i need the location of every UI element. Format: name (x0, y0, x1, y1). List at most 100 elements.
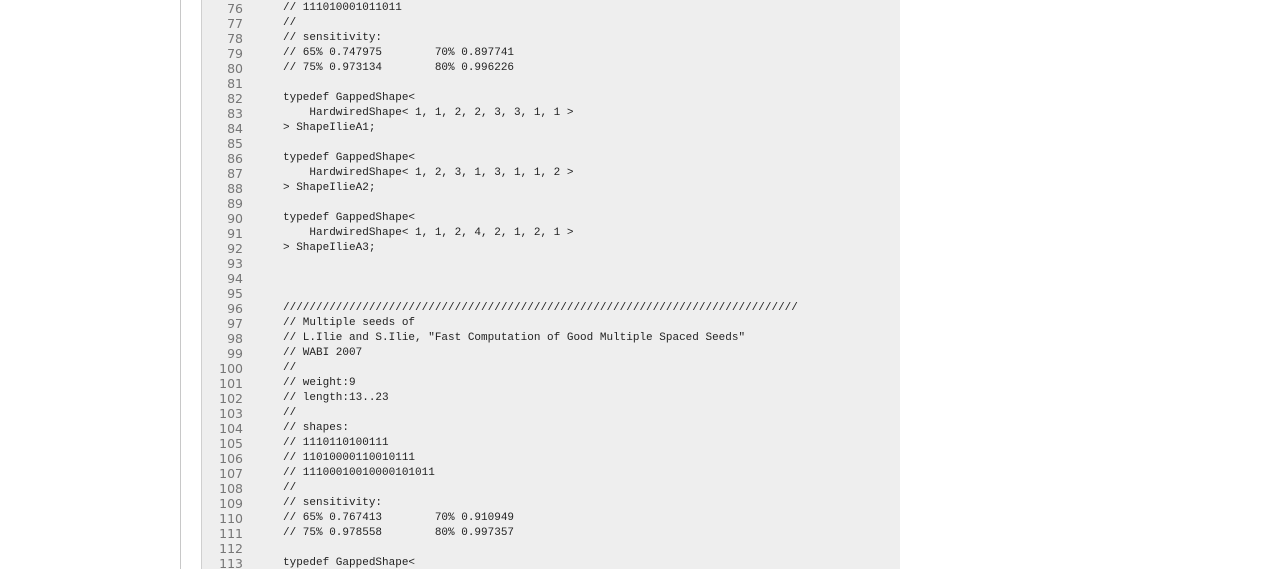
line-number: 87 (227, 166, 243, 181)
line-number: 82 (227, 91, 243, 106)
line-number: 102 (219, 391, 243, 406)
line-code: // 65% 0.747975 70% 0.897741 (283, 47, 515, 59)
code-line: 83 HardwiredShape< 1, 1, 2, 2, 3, 3, 1, … (202, 106, 900, 121)
line-code: HardwiredShape< 1, 2, 3, 1, 3, 1, 1, 2 > (283, 167, 574, 179)
line-code: // (283, 362, 297, 374)
code-line: 78 // sensitivity: (202, 31, 900, 46)
code-line: 91 HardwiredShape< 1, 1, 2, 4, 2, 1, 2, … (202, 226, 900, 241)
code-line: 98 // L.Ilie and S.Ilie, "Fast Computatio… (202, 331, 900, 346)
line-number: 113 (219, 556, 243, 569)
code-line: 102 // length:13..23 (202, 391, 900, 406)
line-code: // weight:9 (283, 377, 356, 389)
code-line: 104 // shapes: (202, 421, 900, 436)
code-line: 94 (202, 271, 900, 286)
code-line: 106 // 11010000110010111 (202, 451, 900, 466)
line-code: // (283, 17, 297, 29)
code-line: 113 typedef GappedShape< (202, 556, 900, 569)
line-number: 111 (219, 526, 243, 541)
code-line: 111 // 75% 0.978558 80% 0.997357 (202, 526, 900, 541)
code-line: 96 //////////////////////////////////////… (202, 301, 900, 316)
code-line: 87 HardwiredShape< 1, 2, 3, 1, 3, 1, 1, … (202, 166, 900, 181)
line-number: 98 (227, 331, 243, 346)
line-code: HardwiredShape< 1, 1, 2, 4, 2, 1, 2, 1 > (283, 227, 574, 239)
code-line: 105 // 1110110100111 (202, 436, 900, 451)
line-code: // 11010000110010111 (283, 452, 416, 464)
line-number: 104 (219, 421, 243, 436)
line-number: 109 (219, 496, 243, 511)
code-line: 95 (202, 286, 900, 301)
line-code: > ShapeIlieA3; (283, 242, 376, 254)
line-number: 101 (219, 376, 243, 391)
code-line: 76 // 111010001011011 (202, 1, 900, 16)
line-number: 99 (227, 346, 243, 361)
line-number: 103 (219, 406, 243, 421)
line-code: typedef GappedShape< (283, 152, 416, 164)
line-code: > ShapeIlieA1; (283, 122, 376, 134)
line-number: 110 (219, 511, 243, 526)
line-code: // L.Ilie and S.Ilie, "Fast Computation … (283, 332, 746, 344)
line-code: // 75% 0.973134 80% 0.996226 (283, 62, 515, 74)
line-number: 83 (227, 106, 243, 121)
code-line: 109 // sensitivity: (202, 496, 900, 511)
line-code: // sensitivity: (283, 497, 383, 509)
line-number: 100 (219, 361, 243, 376)
code-line: 89 (202, 196, 900, 211)
line-number: 86 (227, 151, 243, 166)
code-line: 103 // (202, 406, 900, 421)
line-number: 96 (227, 301, 243, 316)
line-code: // (283, 482, 297, 494)
line-code: typedef GappedShape< (283, 557, 416, 569)
code-line: 80 // 75% 0.973134 80% 0.996226 (202, 61, 900, 76)
line-code: typedef GappedShape< (283, 92, 416, 104)
line-number: 105 (219, 436, 243, 451)
line-number: 93 (227, 256, 243, 271)
code-line: 97 // Multiple seeds of (202, 316, 900, 331)
line-code: // 1110110100111 (283, 437, 389, 449)
code-line: 99 // WABI 2007 (202, 346, 900, 361)
code-line: 84 > ShapeIlieA1; (202, 121, 900, 136)
code-line: 88 > ShapeIlieA2; (202, 181, 900, 196)
line-code: // Multiple seeds of (283, 317, 416, 329)
line-code: ////////////////////////////////////////… (283, 302, 798, 314)
code-line: 101 // weight:9 (202, 376, 900, 391)
code-line: 93 (202, 256, 900, 271)
line-number: 78 (227, 31, 243, 46)
page: 76 // 111010001011011 77 // 78 // sensitivity… (0, 0, 1264, 569)
code-line: 79 // 65% 0.747975 70% 0.897741 (202, 46, 900, 61)
code-line: 77 // (202, 16, 900, 31)
line-code: typedef GappedShape< (283, 212, 416, 224)
code-line: 92 > ShapeIlieA3; (202, 241, 900, 256)
code-line: 100 // (202, 361, 900, 376)
line-number: 85 (227, 136, 243, 151)
line-number: 91 (227, 226, 243, 241)
line-code: // 65% 0.767413 70% 0.910949 (283, 512, 515, 524)
line-code: // (283, 407, 297, 419)
line-number: 94 (227, 271, 243, 286)
line-number: 80 (227, 61, 243, 76)
code-line: 82 typedef GappedShape< (202, 91, 900, 106)
line-number: 81 (227, 76, 243, 91)
code-line: 107 // 11100010010000101011 (202, 466, 900, 481)
line-code: // sensitivity: (283, 32, 383, 44)
line-code: HardwiredShape< 1, 1, 2, 2, 3, 3, 1, 1 > (283, 107, 574, 119)
line-code: // WABI 2007 (283, 347, 363, 359)
line-code: // length:13..23 (283, 392, 389, 404)
line-number: 108 (219, 481, 243, 496)
line-code: // 75% 0.978558 80% 0.997357 (283, 527, 515, 539)
line-number: 88 (227, 181, 243, 196)
line-number: 79 (227, 46, 243, 61)
line-number: 112 (219, 541, 243, 556)
code-line: 90 typedef GappedShape< (202, 211, 900, 226)
code-line: 81 (202, 76, 900, 91)
line-number: 76 (227, 1, 243, 16)
line-number: 77 (227, 16, 243, 31)
line-code: > ShapeIlieA2; (283, 182, 376, 194)
code-line: 108 // (202, 481, 900, 496)
code-line: 86 typedef GappedShape< (202, 151, 900, 166)
line-code: // 11100010010000101011 (283, 467, 435, 479)
line-number: 97 (227, 316, 243, 331)
line-number: 107 (219, 466, 243, 481)
code-line: 110 // 65% 0.767413 70% 0.910949 (202, 511, 900, 526)
source-code-viewer: 76 // 111010001011011 77 // 78 // sensitivity… (201, 0, 900, 569)
line-code: // 111010001011011 (283, 2, 402, 14)
